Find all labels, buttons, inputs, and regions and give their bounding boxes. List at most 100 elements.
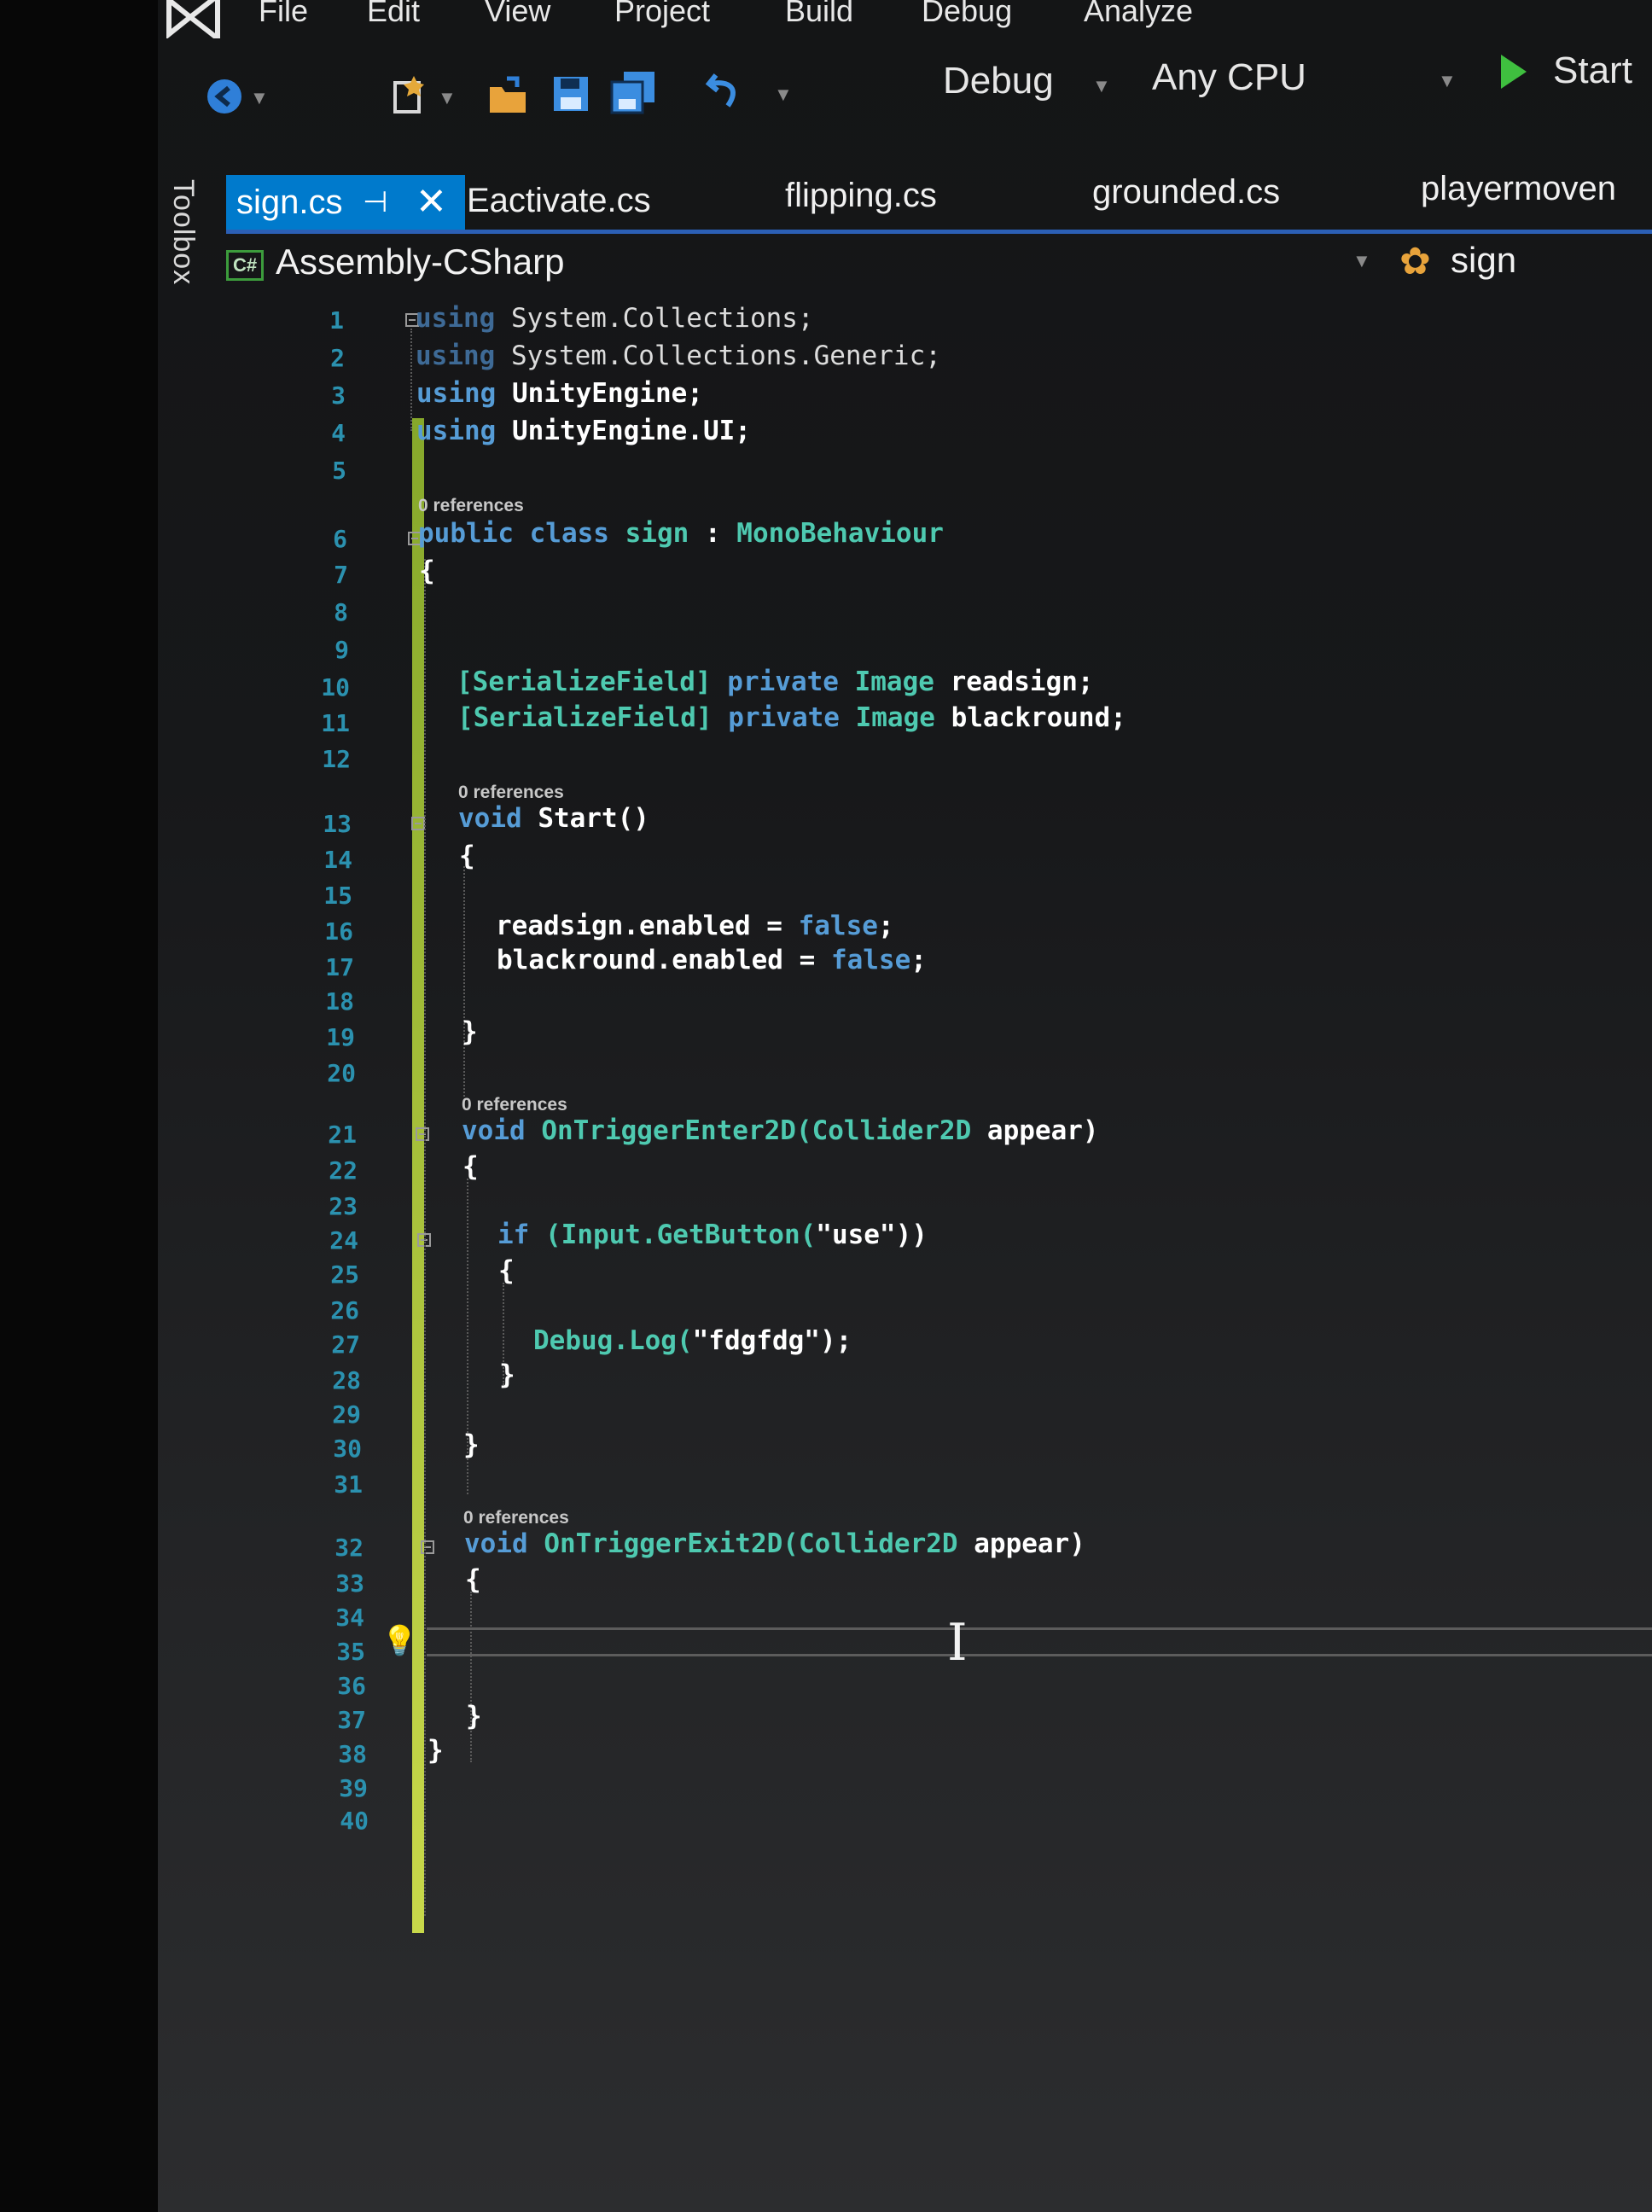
line-number: 34: [335, 1604, 364, 1632]
line-number: 32: [334, 1534, 364, 1562]
close-tab-icon[interactable]: ✕: [416, 180, 447, 224]
lightbulb-quick-actions-icon[interactable]: 💡: [381, 1624, 417, 1658]
code-lens-references[interactable]: 0 references: [463, 1508, 569, 1528]
indent-guide: [424, 559, 426, 1916]
menu-bar: File Edit View Project Build Debug Analy…: [158, 0, 1652, 38]
undo-dropdown-arrow-icon[interactable]: ▼: [774, 84, 793, 106]
indent-guide: [410, 329, 412, 431]
solution-platform-select[interactable]: Any CPU: [1152, 56, 1306, 99]
fold-toggle-icon[interactable]: [411, 817, 425, 830]
configuration-dropdown-arrow-icon[interactable]: ▼: [1092, 75, 1111, 97]
menu-analyze[interactable]: Analyze: [1084, 0, 1193, 29]
line-number: 26: [330, 1296, 359, 1324]
current-line-highlight: [427, 1627, 1652, 1656]
menu-view[interactable]: View: [485, 0, 550, 29]
code-line-28: }: [499, 1359, 515, 1390]
code-line-11: [SerializeField] private Image blackroun…: [457, 702, 1126, 733]
project-dropdown[interactable]: Assembly-CSharp: [276, 242, 564, 282]
code-editor[interactable]: 1 2 3 4 5 6 7 8 9 10 11 12 13 14 15 16 1…: [158, 294, 1652, 2212]
line-number: 11: [321, 709, 350, 737]
line-number: 20: [327, 1059, 356, 1087]
code-line-32: void OnTriggerExit2D(Collider2D appear): [464, 1528, 1085, 1559]
code-line-37: }: [466, 1701, 482, 1732]
line-number: 22: [329, 1156, 358, 1185]
code-line-2: using System.Collections.Generic;: [416, 341, 941, 371]
start-button[interactable]: Start: [1553, 49, 1632, 92]
code-line-25: {: [498, 1255, 515, 1286]
code-line-17: blackround.enabled = false;: [497, 945, 927, 975]
tab-strip-underline: [226, 230, 1652, 234]
csharp-project-icon: C#: [226, 250, 264, 281]
line-number: 18: [325, 987, 354, 1016]
code-line-30: }: [463, 1429, 480, 1460]
project-dropdown-arrow-icon[interactable]: ▼: [1352, 250, 1371, 272]
line-number: 39: [339, 1774, 368, 1802]
back-dropdown-arrow-icon[interactable]: ▼: [250, 87, 269, 109]
tab-label: flipping.cs: [785, 177, 937, 214]
line-number: 35: [336, 1638, 365, 1666]
line-number: 33: [335, 1569, 364, 1598]
new-project-dropdown-arrow-icon[interactable]: ▼: [438, 87, 457, 109]
code-line-27: Debug.Log("fdgfdg");: [533, 1325, 852, 1356]
line-number: 4: [331, 419, 346, 447]
change-tracking-bar: [412, 418, 424, 1933]
code-lens-references[interactable]: 0 references: [418, 496, 524, 516]
line-number: 5: [332, 457, 346, 485]
code-line-21: void OnTriggerEnter2D(Collider2D appear): [462, 1115, 1099, 1146]
class-dropdown[interactable]: sign: [1451, 240, 1516, 281]
line-number: 17: [325, 953, 354, 981]
tab-label: sign.cs: [236, 183, 343, 221]
open-file-icon[interactable]: [486, 75, 531, 116]
navigate-back-icon[interactable]: [205, 77, 244, 116]
tab-label: playermoven: [1421, 170, 1617, 207]
line-number: 24: [329, 1226, 358, 1254]
tab-sign-cs[interactable]: sign.cs ⊣ ✕: [226, 175, 465, 233]
line-number: 16: [324, 917, 353, 946]
save-icon[interactable]: [552, 75, 590, 113]
line-number: 7: [334, 561, 348, 589]
start-play-icon[interactable]: [1499, 53, 1528, 90]
menu-project[interactable]: Project: [614, 0, 710, 29]
menu-file[interactable]: File: [259, 0, 308, 29]
code-line-6: public class sign : MonoBehaviour: [418, 518, 944, 549]
code-line-24: if (Input.GetButton("use")): [497, 1220, 928, 1250]
line-number: 3: [331, 381, 346, 410]
code-lens-references[interactable]: 0 references: [458, 783, 564, 803]
visual-studio-logo-icon: [166, 0, 220, 38]
pin-tab-icon[interactable]: ⊣: [363, 185, 388, 219]
solution-configuration-select[interactable]: Debug: [943, 60, 1054, 102]
code-line-3: using UnityEngine;: [416, 378, 703, 409]
new-project-icon[interactable]: [388, 73, 431, 117]
menu-debug[interactable]: Debug: [922, 0, 1012, 29]
line-number: 40: [340, 1807, 369, 1835]
line-number: 8: [334, 598, 348, 626]
code-line-19: }: [462, 1016, 478, 1047]
fold-toggle-icon[interactable]: [421, 1540, 434, 1554]
code-line-4: using UnityEngine.UI;: [416, 416, 751, 446]
indent-guide: [463, 866, 465, 1097]
platform-dropdown-arrow-icon[interactable]: ▼: [1438, 70, 1457, 92]
code-lens-references[interactable]: 0 references: [462, 1095, 567, 1115]
fold-toggle-icon[interactable]: [416, 1127, 429, 1141]
line-number: 25: [330, 1260, 359, 1289]
line-number: 21: [328, 1121, 357, 1149]
menu-build[interactable]: Build: [785, 0, 853, 29]
line-number: 13: [323, 810, 352, 838]
navigation-bar: C# Assembly-CSharp ▼ ✿ sign: [226, 235, 1652, 294]
line-number: 12: [322, 745, 351, 773]
toolbox-side-tab[interactable]: Toolbox: [166, 179, 200, 285]
code-line-33: {: [465, 1564, 481, 1595]
line-number: 29: [332, 1400, 361, 1429]
line-number: 19: [326, 1023, 355, 1051]
text-cursor-ibeam-icon: I: [947, 1613, 968, 1673]
line-number: 27: [331, 1330, 360, 1359]
save-all-icon[interactable]: [610, 70, 658, 114]
tab-label: grounded.cs: [1092, 173, 1281, 211]
line-number: 38: [338, 1740, 367, 1768]
code-line-38: }: [428, 1735, 444, 1766]
menu-edit[interactable]: Edit: [367, 0, 420, 29]
code-line-10: [SerializeField] private Image readsign;: [457, 667, 1094, 697]
line-number: 36: [337, 1672, 366, 1700]
line-number: 14: [323, 846, 352, 874]
undo-icon[interactable]: [704, 68, 747, 111]
